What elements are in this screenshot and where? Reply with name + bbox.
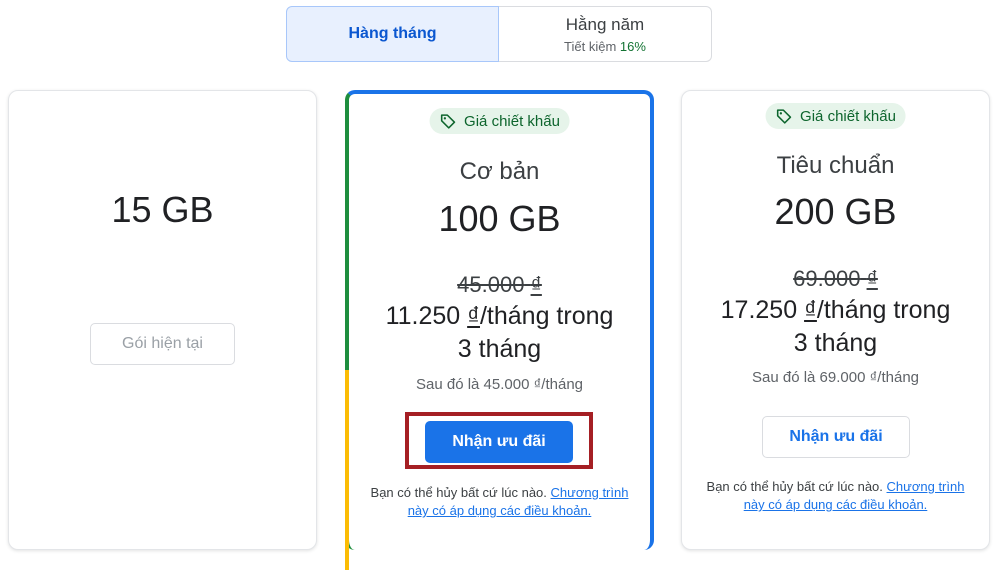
plan-storage: 200 GB [774, 191, 897, 232]
original-price-value: 69.000 [793, 266, 861, 291]
cancel-note: Bạn có thể hủy bất cứ lúc nào. Chương tr… [363, 484, 636, 520]
tag-icon [440, 113, 455, 129]
current-plan-button: Gói hiện tại [90, 323, 235, 365]
after-promo-price: Sau đó là 69.000 ₫/tháng [752, 369, 919, 386]
plan-name: Tiêu chuẩn [776, 152, 895, 179]
card-accent-stripe [345, 370, 349, 570]
promo-price: 17.250 ₫/tháng trong 3 tháng [682, 294, 989, 360]
savings-percent: 16% [619, 38, 646, 54]
cancel-note-text: Bạn có thể hủy bất cứ lúc nào. [706, 479, 883, 494]
discount-badge: Giá chiết khấu [765, 103, 906, 129]
tag-icon [776, 108, 791, 124]
promo-price-value: 17.250 [720, 296, 798, 324]
highlight-frame [405, 412, 593, 469]
currency-symbol: ₫ [467, 302, 480, 330]
plan-storage: 100 GB [438, 198, 561, 239]
plan-storage: 15 GB [111, 189, 214, 230]
plan-card-free: 15 GB Gói hiện tại [8, 90, 317, 550]
currency-symbol: ₫ [866, 266, 878, 291]
discount-badge-label: Giá chiết khấu [800, 107, 896, 125]
promo-price-suffix: /tháng trong [479, 302, 614, 330]
original-price-value: 45.000 [457, 272, 525, 297]
promo-price-value: 11.250 [385, 302, 461, 330]
discount-badge: Giá chiết khấu [429, 108, 570, 134]
tab-yearly-label: Hằng năm [565, 14, 645, 34]
promo-duration: 3 tháng [457, 335, 542, 363]
currency-symbol: ₫ [804, 296, 817, 324]
after-promo-price: Sau đó là 45.000 ₫/tháng [416, 376, 583, 393]
tab-yearly[interactable]: Hằng năm Tiết kiệm 16% [499, 6, 712, 62]
get-offer-button-standard[interactable]: Nhận ưu đãi [762, 416, 910, 458]
tab-yearly-savings: Tiết kiệm 16% [564, 39, 646, 54]
discount-badge-label: Giá chiết khấu [464, 112, 560, 130]
original-price: 69.000 ₫ [682, 266, 989, 292]
promo-price: 11.250 ₫/tháng trong 3 tháng [349, 300, 650, 366]
plan-card-basic: Giá chiết khấu Cơ bản 100 GB 45.000 ₫ 11… [345, 90, 654, 570]
original-price: 45.000 ₫ [349, 272, 650, 298]
cancel-note: Bạn có thể hủy bất cứ lúc nào. Chương tr… [696, 478, 975, 514]
tab-monthly-label: Hàng tháng [348, 25, 437, 42]
cancel-note-text: Bạn có thể hủy bất cứ lúc nào. [370, 485, 547, 500]
plan-name: Cơ bản [459, 158, 540, 185]
promo-duration: 3 tháng [793, 329, 878, 357]
tab-monthly[interactable]: Hàng tháng [286, 6, 499, 62]
plan-card-standard: Giá chiết khấu Tiêu chuẩn 200 GB 69.000 … [681, 90, 990, 550]
currency-symbol: ₫ [530, 272, 542, 297]
savings-text: Tiết kiệm [564, 38, 617, 54]
billing-period-toggle: Hàng tháng Hằng năm Tiết kiệm 16% [286, 6, 712, 62]
promo-price-suffix: /tháng trong [816, 296, 951, 324]
